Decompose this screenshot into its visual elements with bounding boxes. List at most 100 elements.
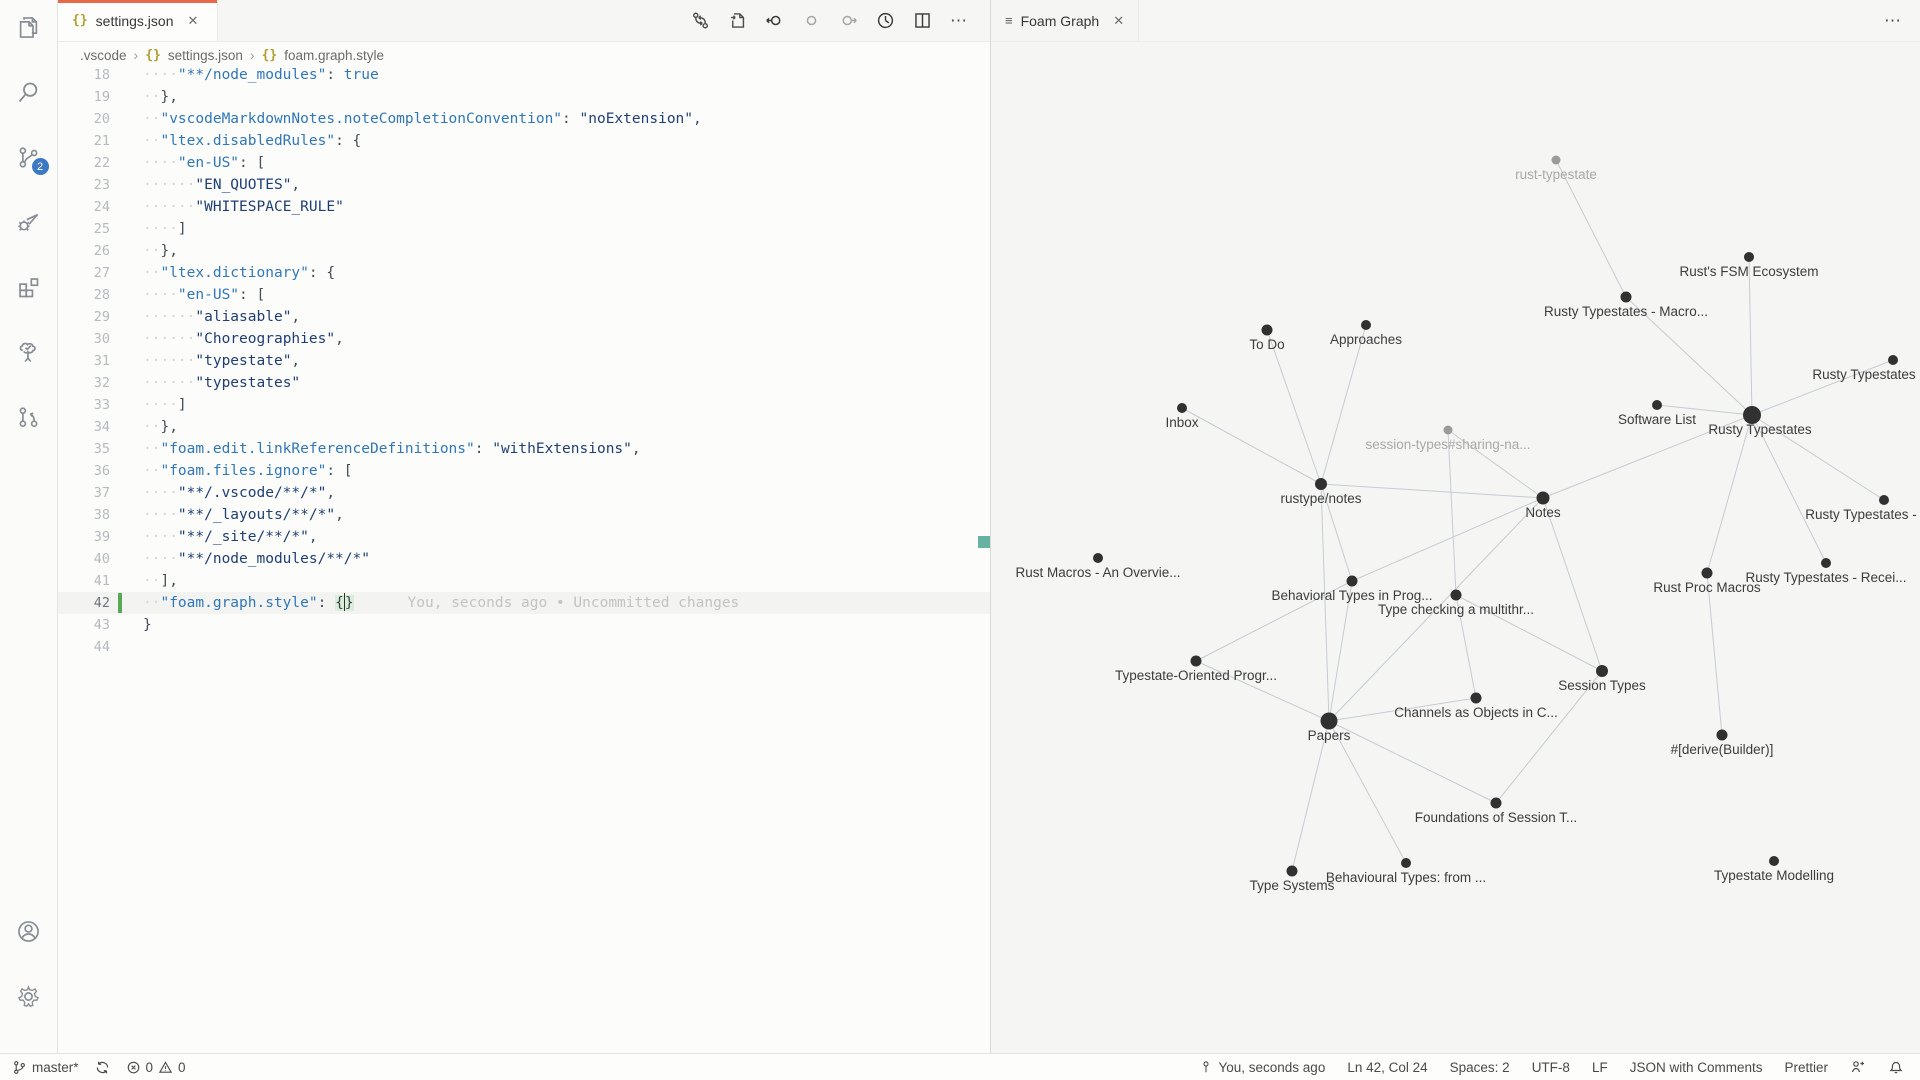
timeline-icon[interactable] [876,11,895,30]
tab-settings-json[interactable]: {} settings.json ✕ [58,0,218,41]
breadcrumb-folder[interactable]: .vscode [80,48,127,63]
code-row[interactable]: 29······"aliasable", [58,306,990,328]
code-row[interactable]: 40····"**/node_modules/**/*" [58,548,990,570]
graph-node-notes[interactable] [1537,492,1550,505]
code-row[interactable]: 43} [58,614,990,636]
code-row[interactable]: 26··}, [58,240,990,262]
code-row[interactable]: 44 [58,636,990,658]
next-change-icon[interactable] [839,11,858,30]
code-editor[interactable]: 18····"**/node_modules": true19··},20··"… [58,64,990,658]
feedback-icon[interactable] [1850,1059,1866,1075]
graph-node-inbox[interactable] [1177,403,1187,413]
tab-close-icon[interactable]: ✕ [187,13,198,29]
sync-button[interactable] [95,1060,110,1075]
code-row[interactable]: 32······"typestates" [58,372,990,394]
graph-node-rt-macro[interactable] [1621,292,1632,303]
code-row[interactable]: 30······"Choreographies", [58,328,990,350]
graph-node-typestate-modelling[interactable] [1769,856,1779,866]
graph-node-rt-topright[interactable] [1888,355,1898,365]
language-mode[interactable]: JSON with Comments [1630,1060,1763,1075]
graph-node-derive[interactable] [1717,730,1728,741]
graph-node-rust-macros[interactable] [1093,553,1103,563]
code-row[interactable]: 28····"en-US": [ [58,284,990,306]
graph-node-behavioural-from[interactable] [1401,858,1411,868]
tab-close-icon[interactable]: ✕ [1113,13,1124,29]
gitlens-icon[interactable] [5,393,53,441]
code-row[interactable]: 20··"vscodeMarkdownNotes.noteCompletionC… [58,108,990,130]
commit-author-icon [1199,1060,1213,1074]
settings-gear-icon[interactable] [5,972,53,1020]
eol[interactable]: LF [1592,1060,1608,1075]
code-row[interactable]: 25····] [58,218,990,240]
blame-status[interactable]: You, seconds ago [1199,1060,1325,1075]
graph-node-papers[interactable] [1321,713,1338,730]
graph-label-channels: Channels as Objects in C... [1394,705,1558,720]
code-row[interactable]: 31······"typestate", [58,350,990,372]
graph-node-typestate-oriented[interactable] [1191,656,1202,667]
encoding[interactable]: UTF-8 [1532,1060,1570,1075]
open-file-icon[interactable] [728,11,747,30]
branch-status[interactable]: master* [12,1060,79,1075]
code-row[interactable]: 42··"foam.graph.style": {}You, seconds a… [58,592,990,614]
graph-node-rust-typestate[interactable] [1552,156,1561,165]
graph-canvas[interactable]: rust-typestateRust's FSM EcosystemRusty … [991,42,1920,1053]
code-row[interactable]: 36··"foam.files.ignore": [ [58,460,990,482]
source-control-icon[interactable]: 2 [5,133,53,181]
blame-label: You, seconds ago [1218,1060,1325,1075]
extensions-icon[interactable] [5,263,53,311]
run-debug-icon[interactable] [5,198,53,246]
graph-node-rt-dash[interactable] [1879,495,1889,505]
editor-group: {} settings.json ✕ [58,0,990,1053]
code-row[interactable]: 23······"EN_QUOTES", [58,174,990,196]
open-changes-icon[interactable] [691,11,710,30]
todo-tree-icon[interactable] [5,328,53,376]
code-row[interactable]: 34··}, [58,416,990,438]
graph-label-foundations: Foundations of Session T... [1415,810,1578,825]
indentation[interactable]: Spaces: 2 [1450,1060,1510,1075]
graph-label-rt-hub: Rusty Typestates [1708,422,1811,437]
graph-node-type-systems[interactable] [1287,866,1298,877]
graph-node-channels[interactable] [1471,693,1482,704]
search-icon[interactable] [5,68,53,116]
code-row[interactable]: 35··"foam.edit.linkReferenceDefinitions"… [58,438,990,460]
tab-foam-graph[interactable]: ≡ Foam Graph ✕ [991,0,1139,41]
problems-status[interactable]: 0 0 [126,1060,186,1075]
graph-node-approaches[interactable] [1361,320,1371,330]
json-file-icon: {} [72,13,88,28]
graph-node-rust-proc[interactable] [1702,568,1713,579]
code-row[interactable]: 37····"**/.vscode/**/*", [58,482,990,504]
graph-node-session-types[interactable] [1596,665,1608,677]
code-row[interactable]: 18····"**/node_modules": true [58,64,990,86]
code-row[interactable]: 39····"**/_site/**/*", [58,526,990,548]
code-row[interactable]: 19··}, [58,86,990,108]
prev-change-icon[interactable] [765,11,784,30]
breadcrumb-file[interactable]: settings.json [168,48,243,63]
graph-node-sharing[interactable] [1444,426,1453,435]
graph-node-software-list[interactable] [1652,400,1662,410]
current-change-icon[interactable] [802,11,821,30]
graph-node-type-checking[interactable] [1451,590,1462,601]
foam-graph-panel: ≡ Foam Graph ✕ ⋯ rust-typestateRust's FS… [990,0,1920,1053]
graph-node-rusts-fsm[interactable] [1744,252,1754,262]
graph-node-foundations[interactable] [1491,798,1502,809]
split-editor-icon[interactable] [913,11,932,30]
graph-node-todo[interactable] [1262,325,1273,336]
graph-node-rt-recei[interactable] [1821,558,1831,568]
panel-more-actions-icon[interactable]: ⋯ [1884,11,1902,31]
code-row[interactable]: 21··"ltex.disabledRules": { [58,130,990,152]
explorer-icon[interactable] [5,3,53,51]
cursor-position[interactable]: Ln 42, Col 24 [1347,1060,1427,1075]
code-row[interactable]: 38····"**/_layouts/**/*", [58,504,990,526]
code-row[interactable]: 22····"en-US": [ [58,152,990,174]
graph-node-behavioral[interactable] [1347,576,1358,587]
graph-node-rustype-notes[interactable] [1315,478,1327,490]
code-row[interactable]: 41··], [58,570,990,592]
breadcrumb-symbol[interactable]: foam.graph.style [284,48,384,63]
notifications-bell-icon[interactable] [1888,1059,1904,1075]
code-row[interactable]: 27··"ltex.dictionary": { [58,262,990,284]
account-icon[interactable] [5,907,53,955]
formatter[interactable]: Prettier [1784,1060,1828,1075]
code-row[interactable]: 24······"WHITESPACE_RULE" [58,196,990,218]
code-row[interactable]: 33····] [58,394,990,416]
more-actions-icon[interactable]: ⋯ [950,11,968,31]
